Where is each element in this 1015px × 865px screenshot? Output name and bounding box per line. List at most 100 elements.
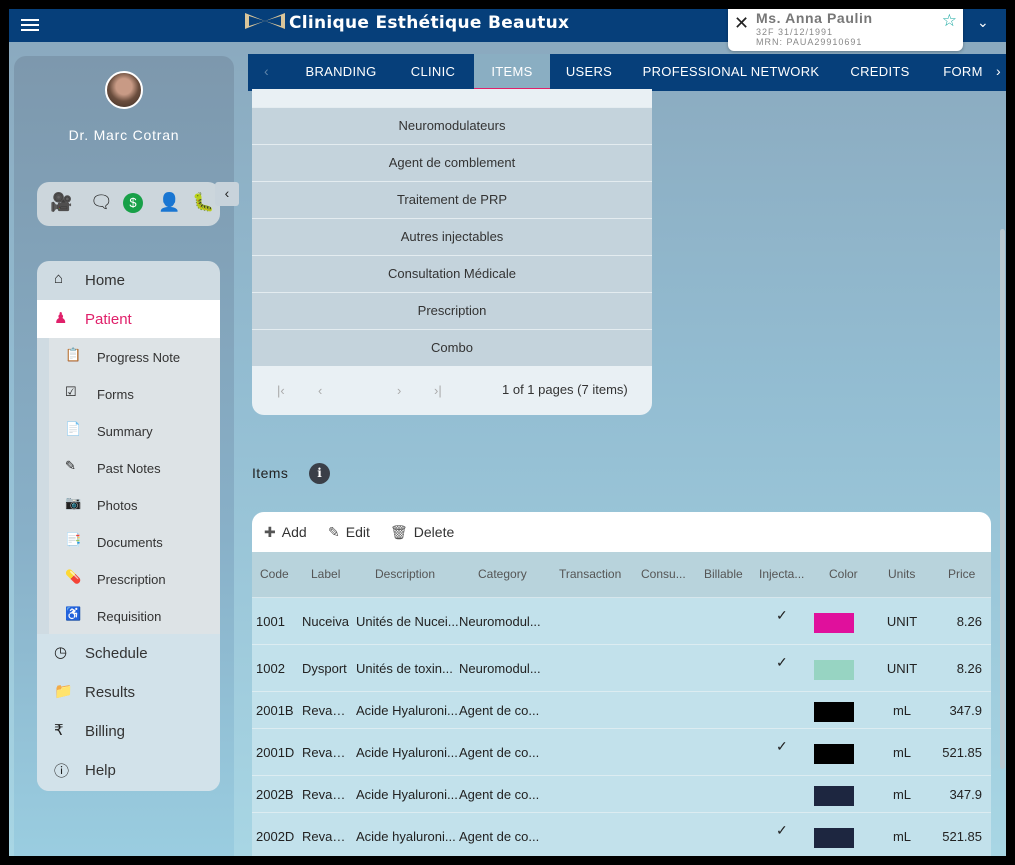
- sub-item-forms[interactable]: ☑ Forms: [49, 375, 220, 412]
- tab-items[interactable]: ITEMS: [474, 54, 550, 90]
- table-row[interactable]: 1002 Dysport Unités de toxin... Neuromodul.…: [252, 645, 991, 692]
- sub-item-prescription[interactable]: 💊 Prescription: [49, 560, 220, 597]
- category-row[interactable]: Traitement de PRP: [252, 181, 652, 218]
- table-row[interactable]: 2001B Revane... Acide Hyaluroni...Agent de…: [252, 692, 991, 729]
- column-header-description[interactable]: Description: [375, 567, 455, 581]
- category-row[interactable]: Autres injectables: [252, 218, 652, 255]
- star-icon[interactable]: ☆: [942, 11, 957, 31]
- sub-item-documents[interactable]: 📑 Documents: [49, 523, 220, 560]
- column-header-injectable[interactable]: Injecta...: [759, 567, 809, 581]
- chat-icon[interactable]: 🗨: [90, 192, 113, 212]
- app-frame: Clinique Esthétique Beautux ⌄ ✕ Ms. Anna…: [9, 9, 1006, 856]
- table-row[interactable]: 1001 Nuceiva Unités de Nucei... Neuromodul.…: [252, 598, 991, 645]
- hamburger-menu-icon[interactable]: [21, 16, 39, 34]
- nav-item-patient[interactable]: ♟ Patient: [37, 300, 220, 338]
- tab-professional-network[interactable]: PROFESSIONAL NETWORK: [636, 54, 826, 90]
- last-page-icon[interactable]: ›|: [434, 383, 442, 398]
- documents-icon: 📑: [65, 532, 82, 547]
- column-header-units[interactable]: Units: [888, 567, 928, 581]
- info-icon[interactable]: i: [309, 463, 330, 484]
- rupee-icon: ₹: [54, 722, 64, 739]
- sub-item-progress-note[interactable]: 📋 Progress Note: [49, 338, 220, 375]
- nav-item-home[interactable]: ⌂ Home: [37, 261, 220, 299]
- clinic-logo: [245, 13, 285, 29]
- user-settings-icon[interactable]: 👤: [158, 192, 180, 212]
- cell-price: 521.85: [942, 829, 982, 844]
- category-row[interactable]: Agent de comblement: [252, 144, 652, 181]
- cell-code: 2001D: [256, 745, 295, 760]
- category-row[interactable]: Prescription: [252, 292, 652, 329]
- tab-branding[interactable]: BRANDING: [296, 54, 386, 90]
- next-page-icon[interactable]: ›: [397, 383, 401, 398]
- tab-credits[interactable]: CREDITS: [842, 54, 918, 90]
- cell-units: UNIT: [886, 614, 918, 629]
- column-header-category[interactable]: Category: [478, 567, 550, 581]
- prev-page-icon[interactable]: ‹: [318, 383, 322, 398]
- pager-info: 1 of 1 pages (7 items): [502, 382, 628, 397]
- items-grid: ✚ Add ✎ Edit 🗑 Delete Code Label Descriptio…: [252, 512, 991, 856]
- table-header: Code Label Description Category Transact…: [252, 552, 991, 598]
- column-header-price[interactable]: Price: [948, 567, 988, 581]
- sub-item-summary[interactable]: 📄 Summary: [49, 412, 220, 449]
- nav-item-help[interactable]: ⓘ Help: [37, 751, 220, 789]
- sub-label: Documents: [97, 535, 163, 550]
- tab-clinic[interactable]: CLINIC: [398, 54, 468, 90]
- nav-item-billing[interactable]: ₹ Billing: [37, 712, 220, 750]
- table-row[interactable]: 2002B Revane... Acide Hyaluroni...Agent de…: [252, 776, 991, 813]
- nav-item-schedule[interactable]: ◷ Schedule: [37, 634, 220, 672]
- table-row[interactable]: 2002D Revane... Acide hyaluroni...Agent de…: [252, 813, 991, 856]
- cell-category: Agent de co...: [459, 745, 540, 760]
- nav-label: Billing: [85, 723, 126, 740]
- chevron-down-icon[interactable]: ⌄: [977, 14, 989, 31]
- category-row[interactable]: Neuromodulateurs: [252, 107, 652, 144]
- injectable-check-icon: ✓: [776, 607, 788, 623]
- column-header-label[interactable]: Label: [311, 567, 351, 581]
- bug-icon[interactable]: 🐛: [192, 192, 214, 212]
- column-header-color[interactable]: Color: [829, 567, 869, 581]
- tab-scroll-left-icon[interactable]: ‹: [264, 63, 269, 79]
- injectable-check-icon: ✓: [776, 822, 788, 838]
- first-page-icon[interactable]: |‹: [277, 383, 285, 398]
- sub-label: Photos: [97, 498, 138, 513]
- trash-icon: 🗑: [390, 524, 408, 540]
- avatar[interactable]: [105, 71, 143, 109]
- sub-item-past-notes[interactable]: ✎ Past Notes: [49, 449, 220, 486]
- video-contact-icon[interactable]: 🎥: [50, 192, 72, 212]
- sub-label: Past Notes: [97, 461, 161, 476]
- camera-icon: 📷: [65, 495, 82, 510]
- close-icon[interactable]: ✕: [734, 13, 749, 34]
- cell-code: 2001B: [256, 703, 294, 718]
- cell-description: Acide hyaluroni...: [356, 829, 456, 844]
- collapse-sidebar-button[interactable]: ‹: [215, 182, 239, 206]
- tab-users[interactable]: USERS: [558, 54, 620, 90]
- cell-price: 347.9: [949, 787, 982, 802]
- edit-button[interactable]: ✎ Edit: [328, 524, 370, 541]
- patient-card[interactable]: ✕ Ms. Anna Paulin 32F 31/12/1991 MRN: PA…: [728, 9, 963, 51]
- nav-item-results[interactable]: 📁 Results: [37, 673, 220, 711]
- page-scrollbar[interactable]: [1000, 229, 1005, 769]
- sub-item-requisition[interactable]: ♿ Requisition: [49, 597, 220, 634]
- color-swatch: [814, 613, 854, 633]
- column-header-consumable[interactable]: Consu...: [641, 567, 689, 581]
- edit-notes-icon: ✎: [65, 458, 76, 473]
- clipboard-icon: 📋: [65, 347, 82, 362]
- delete-button[interactable]: 🗑 Delete: [390, 524, 454, 541]
- add-button[interactable]: ✚ Add: [264, 524, 307, 541]
- category-row[interactable]: Consultation Médicale: [252, 255, 652, 292]
- accessibility-icon: ♿: [65, 606, 82, 621]
- patient-mrn: MRN: PAUA29910691: [756, 37, 863, 47]
- summary-icon: 📄: [65, 421, 82, 436]
- cell-price: 8.26: [956, 614, 982, 629]
- category-row[interactable]: Combo: [252, 329, 652, 366]
- tab-scroll-right-icon[interactable]: ›: [996, 63, 1001, 79]
- sub-item-photos[interactable]: 📷 Photos: [49, 486, 220, 523]
- billing-dollar-icon[interactable]: $: [123, 193, 143, 213]
- nav-label: Schedule: [85, 645, 148, 662]
- column-header-code[interactable]: Code: [260, 567, 300, 581]
- column-header-billable[interactable]: Billable: [704, 567, 752, 581]
- pager: |‹ ‹ › ›| 1 of 1 pages (7 items): [252, 366, 652, 415]
- sidebar: Dr. Marc Cotran 🎥 🗨 $ 👤 🐛 ⌂ Home ♟ Patie…: [14, 56, 239, 856]
- tab-form[interactable]: FORM: [936, 54, 990, 90]
- table-row[interactable]: 2001D Revane... Acide Hyaluroni...Agent de…: [252, 729, 991, 776]
- column-header-transaction[interactable]: Transaction: [559, 567, 633, 581]
